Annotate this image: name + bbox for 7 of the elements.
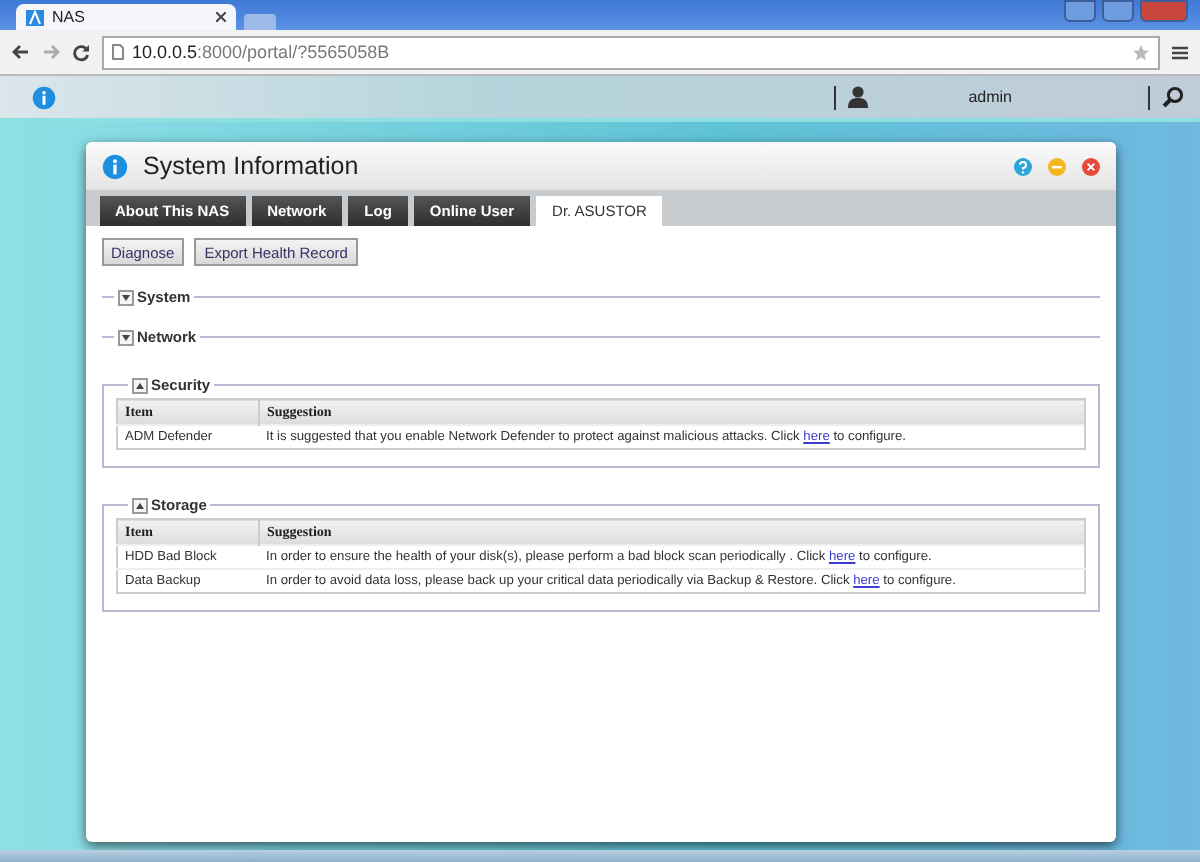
- tab-title: NAS: [52, 8, 87, 26]
- url-host: 10.0.0.5: [132, 42, 198, 62]
- username[interactable]: admin: [968, 88, 1012, 106]
- address-bar[interactable]: 10.0.0.5:8000/portal/?5565058B: [102, 35, 1160, 69]
- window-title: System Information: [143, 152, 361, 180]
- url-path: :8000/portal/?5565058B: [197, 42, 390, 62]
- browser-tab[interactable]: NAS: [16, 4, 236, 30]
